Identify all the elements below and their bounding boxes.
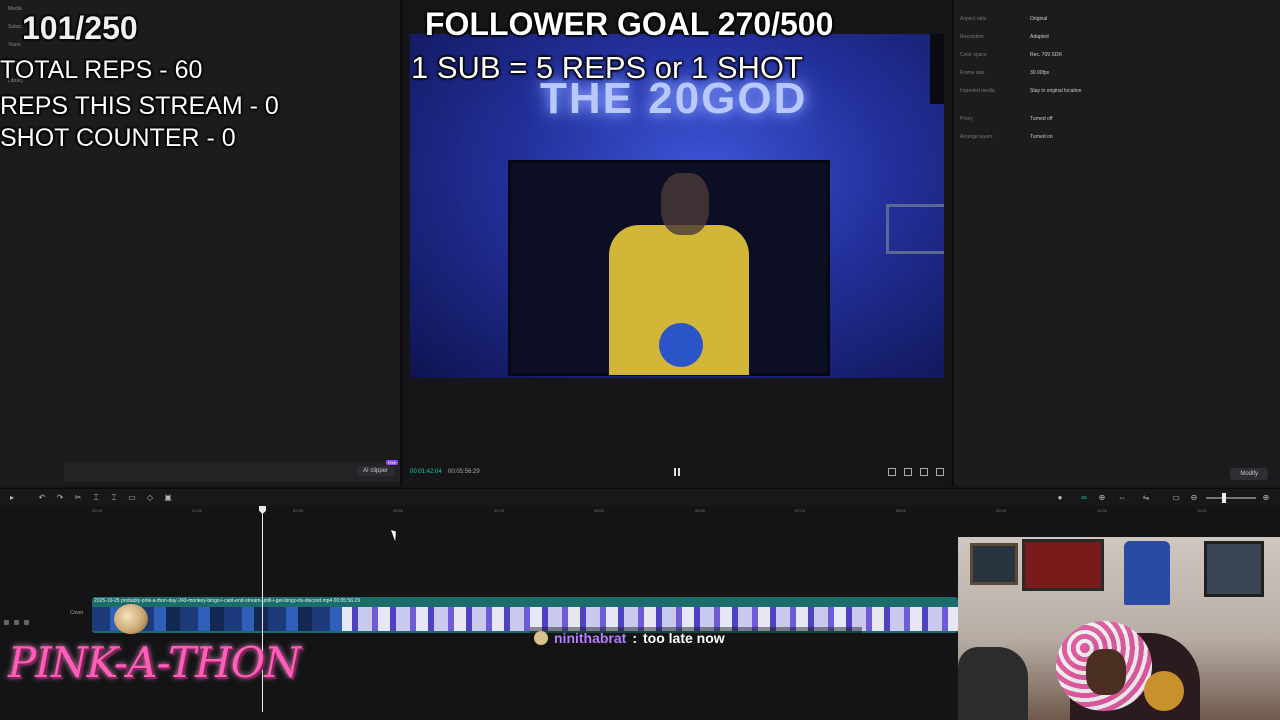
ruler-tick: 02:00: [293, 508, 304, 513]
sub-rule-text: 1 SUB = 5 REPS or 1 SHOT: [411, 50, 803, 85]
mascot-icon: [114, 604, 148, 634]
undo-icon[interactable]: ↶: [38, 494, 46, 502]
select-tool-icon[interactable]: ▸: [8, 494, 16, 502]
chat-badge-icon: [534, 631, 548, 645]
preview-axis-icon[interactable]: ⇔: [1118, 494, 1126, 502]
track-header: [4, 612, 64, 632]
free-badge: Free: [385, 460, 398, 465]
prop-label: Resolution: [960, 34, 984, 40]
split-right-icon[interactable]: ⌶: [110, 494, 118, 502]
wall-jersey: [1124, 541, 1170, 605]
follower-goal-text: FOLLOWER GOAL 270/500: [425, 6, 834, 42]
ruler-tick: 09:00: [996, 508, 1007, 513]
clip-label: 2025-10-25 probably-pink-a-thon-day-243-…: [94, 598, 360, 604]
audio-icon[interactable]: [24, 620, 29, 625]
prop-value: Original: [1030, 16, 1048, 22]
chat-message: ninithabrat : too late now: [530, 627, 862, 649]
cover-label[interactable]: Cover: [70, 610, 83, 616]
plush-toy: [1144, 671, 1184, 711]
pink-a-thon-logo: PINK-A-THON: [8, 638, 301, 687]
snap-icon[interactable]: ⇋: [1142, 494, 1150, 502]
jersey-logo: [659, 323, 703, 367]
wall-frame: [1204, 541, 1264, 597]
prop-value: Turned off: [1030, 116, 1053, 122]
zoom-in-icon[interactable]: ⊕: [1262, 494, 1270, 502]
wall-frame: [1022, 539, 1104, 591]
prop-label: Arrange layers: [960, 134, 993, 140]
zoom-out-icon[interactable]: ⊖: [1190, 494, 1198, 502]
quality-icon[interactable]: [920, 468, 928, 476]
prop-label: Frame rate: [960, 70, 985, 76]
ruler-tick: 05:00: [594, 508, 605, 513]
ruler-tick: 06:00: [695, 508, 706, 513]
stream-screen: Media Subsc Yours AI media Library AI cl…: [0, 0, 1280, 720]
shelf-edge: [930, 34, 944, 104]
preview-controls: 00:01:42:04 00:05:56:29: [404, 462, 950, 482]
prop-value: Adapted: [1030, 34, 1049, 40]
zoom-slider-track[interactable]: [1206, 497, 1256, 499]
fit-icon[interactable]: [904, 468, 912, 476]
prop-label: Color space: [960, 52, 987, 58]
current-time: 00:01:42:04: [410, 469, 442, 475]
lock-icon[interactable]: [4, 620, 9, 625]
person-head: [661, 173, 709, 235]
magnet-icon[interactable]: ⊕: [1098, 494, 1106, 502]
reps-this-stream-text: REPS THIS STREAM - 0: [0, 92, 279, 120]
streamer-face: [1086, 649, 1126, 695]
pause-icon[interactable]: [674, 468, 680, 476]
ratio-icon[interactable]: [888, 468, 896, 476]
total-reps-text: TOTAL REPS - 60: [0, 56, 203, 84]
timeline-ruler[interactable]: 00:00 01:00 02:00 03:00 04:00 05:00 06:0…: [0, 506, 1280, 518]
ruler-tick: 11:00: [1197, 508, 1207, 513]
marker-icon[interactable]: ◇: [146, 494, 154, 502]
media-panel-footer: AI clipper Free: [64, 460, 400, 482]
chair: [958, 647, 1028, 720]
ruler-tick: 00:00: [92, 508, 103, 513]
fullscreen-icon[interactable]: [936, 468, 944, 476]
ruler-tick: 10:00: [1097, 508, 1108, 513]
wall-shelf: [886, 204, 944, 254]
crop-icon[interactable]: ▣: [164, 494, 172, 502]
reps-goal-counter: 101/250: [22, 10, 138, 46]
total-time: 00:05:56:29: [448, 469, 480, 475]
ruler-tick: 08:00: [896, 508, 907, 513]
split-left-icon[interactable]: ⌶: [92, 494, 100, 502]
chat-text: too late now: [643, 630, 725, 646]
prop-value: 30.00fps: [1030, 70, 1050, 76]
link-icon[interactable]: ∞: [1080, 494, 1088, 502]
caption-icon[interactable]: ▭: [1172, 494, 1180, 502]
tv-screen: [508, 160, 830, 376]
properties-panel: Aspect ratio Original Resolution Adapted…: [952, 0, 1280, 486]
ruler-tick: 03:00: [393, 508, 404, 513]
chat-separator: :: [632, 630, 638, 646]
eye-icon[interactable]: [14, 620, 19, 625]
shot-counter-text: SHOT COUNTER - 0: [0, 124, 236, 152]
split-icon[interactable]: ✂: [74, 494, 82, 502]
webcam-feed: [958, 537, 1280, 720]
ruler-tick: 04:00: [494, 508, 505, 513]
ruler-tick: 07:00: [795, 508, 806, 513]
mic-icon[interactable]: ●: [1056, 494, 1064, 502]
chat-username: ninithabrat: [554, 630, 627, 646]
redo-icon[interactable]: ↷: [56, 494, 64, 502]
ai-clipper-button[interactable]: AI clipper Free: [356, 460, 398, 476]
zoom-slider-handle[interactable]: [1222, 493, 1226, 503]
ruler-tick: 01:00: [192, 508, 203, 513]
prop-value: Stay in original location: [1030, 88, 1082, 94]
prop-label: Aspect ratio: [960, 16, 987, 22]
ai-clipper-label: AI clipper: [362, 468, 388, 474]
preview-tools: [888, 468, 944, 476]
prop-label: Proxy: [960, 116, 973, 122]
prop-label: Imported media: [960, 88, 995, 94]
modify-button[interactable]: Modify: [1230, 468, 1268, 480]
delete-icon[interactable]: ▭: [128, 494, 136, 502]
timeline-toolbar: ▸ ↶ ↷ ✂ ⌶ ⌶ ▭ ◇ ▣ ● ∞ ⊕ ⇔ ⇋ ▭ ⊖ ⊕: [0, 488, 1280, 506]
wall-frame: [970, 543, 1018, 585]
prop-value: Turned on: [1030, 134, 1053, 140]
prop-value: Rec. 709 SDR: [1030, 52, 1062, 58]
